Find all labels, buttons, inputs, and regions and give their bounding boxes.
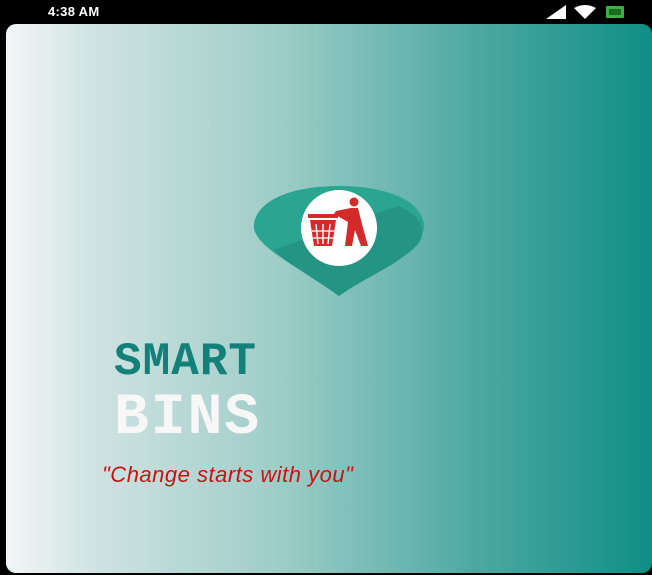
tagline: "Change starts with you" <box>102 462 354 487</box>
splash-screen: SMART BINS "Change starts with you" <box>6 24 652 573</box>
trash-bin-pin-icon <box>253 186 425 296</box>
status-time: 4:38 AM <box>48 4 100 19</box>
battery-icon <box>606 6 624 18</box>
signal-icon <box>546 5 566 19</box>
app-title-line2: BINS <box>114 386 262 451</box>
app-title-line1: SMART <box>114 336 258 388</box>
wifi-icon <box>574 5 596 19</box>
status-bar: 4:38 AM <box>0 0 652 24</box>
